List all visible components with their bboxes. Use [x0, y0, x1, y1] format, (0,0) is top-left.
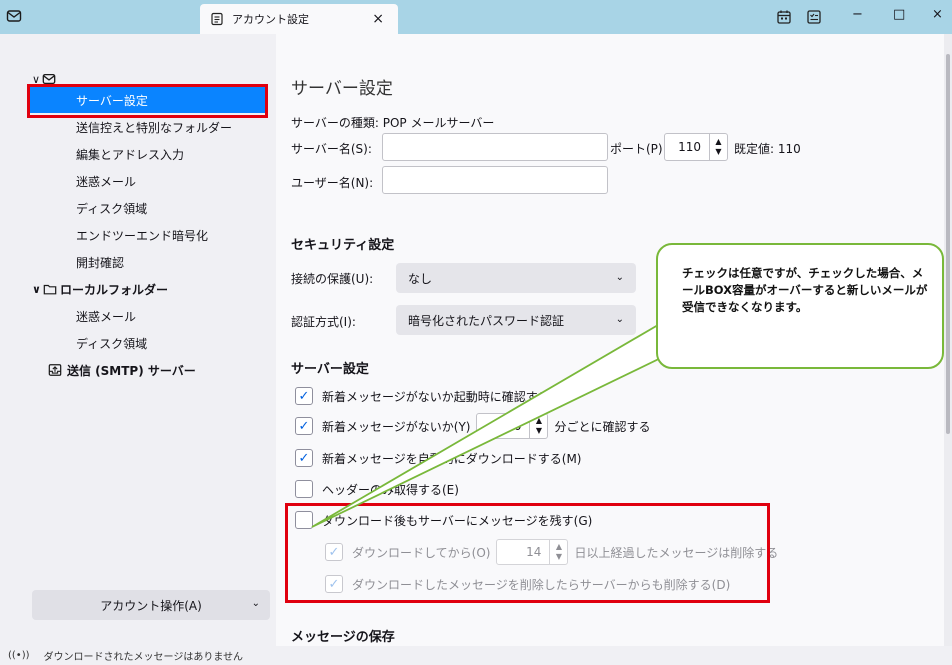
status-bar: ((•)) ダウンロードされたメッセージはありません	[0, 646, 952, 665]
status-text: ダウンロードされたメッセージはありません	[43, 652, 244, 663]
online-status-icon[interactable]: ((•))	[8, 650, 30, 661]
callout-pointer-mask	[672, 320, 702, 338]
callout-tail-join	[672, 320, 702, 338]
